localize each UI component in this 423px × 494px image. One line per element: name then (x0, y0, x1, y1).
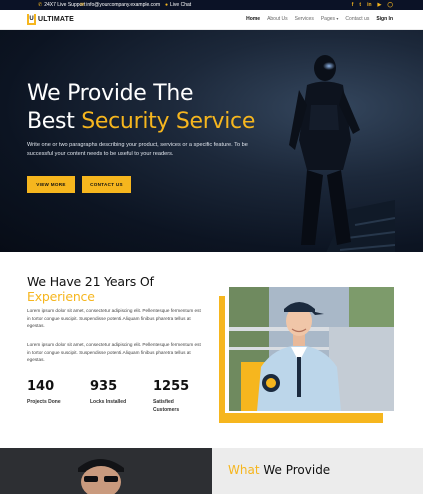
hero-title-highlight: Security Service (81, 109, 256, 134)
about-title-highlight: Experience (27, 289, 95, 304)
about-paragraph-2: Lorem ipsum dolor sit amet, consectetur … (27, 342, 201, 363)
logo-text: ULTIMATE (38, 16, 74, 23)
stat-projects: 140 Projects Done (27, 379, 71, 406)
stat-label: Satisfied Customers (153, 399, 180, 413)
nav-sign-in[interactable]: Sign In (376, 16, 393, 22)
stat-customers: 1255 Satisfied Customers (153, 379, 193, 414)
email-text[interactable]: info@yourcompany.example.com (86, 2, 160, 8)
stat-locks: 935 Locks Installed (90, 379, 140, 406)
live-chat-link[interactable]: ● Live Chat (165, 2, 191, 8)
security-guard-image (289, 55, 395, 252)
phone-icon: ✆ (38, 2, 43, 8)
what-we-provide-title: What We Provide (228, 463, 330, 477)
nav-contact[interactable]: Contact us (345, 16, 369, 22)
support-info: ✆ 24X7 Live Support (38, 2, 85, 8)
navbar: U ULTIMATE Home About Us Services Pages … (0, 10, 423, 30)
facebook-icon[interactable]: f (352, 2, 354, 8)
nav-services[interactable]: Services (295, 16, 314, 22)
logo[interactable]: U ULTIMATE (27, 14, 74, 25)
contact-us-button[interactable]: CONTACT US (82, 176, 131, 193)
provide-highlight: What (228, 463, 260, 477)
guard-portrait-strip (0, 448, 212, 494)
hero-section: We Provide The Best Security Service Wri… (0, 30, 423, 252)
nav-about[interactable]: About Us (267, 16, 288, 22)
stat-value: 140 (27, 379, 55, 394)
what-we-provide-section: What We Provide (212, 448, 423, 494)
security-officer-photo (229, 287, 394, 411)
hero-title-line2: Best Security Service (27, 108, 255, 136)
top-bar: ✆ 24X7 Live Support ✉ info@yourcompany.e… (0, 0, 423, 10)
logo-mark: U (27, 14, 36, 25)
hero-title-prefix: Best (27, 109, 75, 134)
nav-pages-label: Pages (320, 16, 336, 22)
hero-title: We Provide The Best Security Service (27, 80, 255, 136)
chevron-down-icon: ▾ (336, 16, 339, 21)
chat-text[interactable]: Live Chat (170, 2, 191, 8)
about-title: We Have 21 Years Of Experience (27, 274, 154, 304)
twitter-icon[interactable]: t (359, 2, 361, 8)
accent-bar-bottom (219, 413, 383, 423)
stat-label: Projects Done (27, 399, 61, 405)
view-more-button[interactable]: VIEW MORE (27, 176, 75, 193)
envelope-icon: ✉ (80, 2, 85, 8)
hero-title-line1: We Provide The (27, 81, 194, 106)
hero-description: Write one or two paragraphs describing y… (27, 142, 248, 157)
stat-value: 935 (90, 379, 118, 394)
instagram-icon[interactable]: ◯ (387, 2, 393, 8)
main-menu: Home About Us Services Pages ▾ Contact u… (246, 16, 393, 22)
chat-icon: ● (165, 2, 169, 8)
stat-value: 1255 (153, 379, 190, 394)
nav-home[interactable]: Home (246, 16, 260, 22)
nav-pages[interactable]: Pages ▾ (321, 16, 339, 22)
provide-rest: We Provide (263, 463, 331, 477)
youtube-icon[interactable]: ▶ (378, 2, 382, 8)
linkedin-icon[interactable]: in (367, 2, 371, 8)
email-info[interactable]: ✉ info@yourcompany.example.com (80, 2, 160, 8)
about-title-line1: We Have 21 Years Of (27, 274, 154, 289)
stat-label: Locks Installed (90, 399, 127, 405)
social-links: f t in ▶ ◯ (352, 2, 393, 8)
about-paragraph-1: Lorem ipsum dolor sit amet, consectetur … (27, 308, 201, 329)
accent-bar-left (219, 296, 225, 416)
